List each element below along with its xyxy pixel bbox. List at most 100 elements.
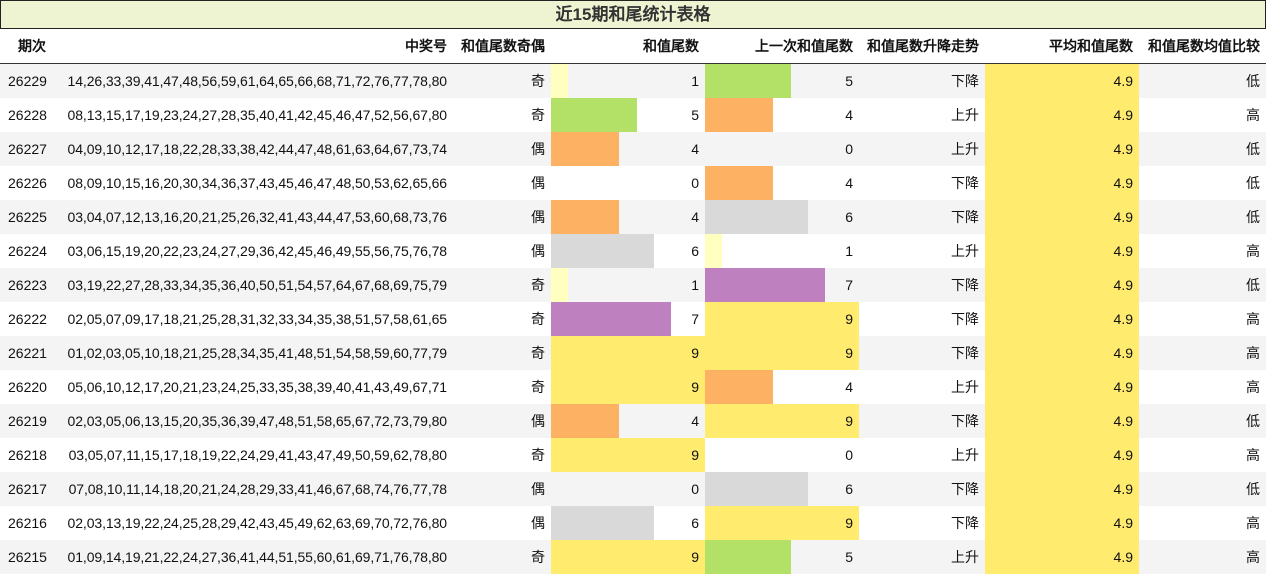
tail-value: 9 <box>691 379 699 395</box>
tail-value: 4 <box>691 141 699 157</box>
cell-avg: 4.9 <box>985 200 1139 234</box>
prev-tail-value: 9 <box>845 515 853 531</box>
cell-trend: 上升 <box>859 540 985 574</box>
cell-parity: 偶 <box>453 200 551 234</box>
cell-avg: 4.9 <box>985 336 1139 370</box>
cell-parity: 奇 <box>453 540 551 574</box>
prev-tail-value: 5 <box>845 73 853 89</box>
tail-value: 6 <box>691 243 699 259</box>
header-parity: 和值尾数奇偶 <box>453 29 551 64</box>
tail-value: 0 <box>691 175 699 191</box>
tail-bar <box>551 370 705 404</box>
tail-bar <box>551 268 569 302</box>
cell-avg: 4.9 <box>985 404 1139 438</box>
cell-prev-tail: 9 <box>705 506 859 540</box>
prev-tail-value: 9 <box>845 413 853 429</box>
prev-tail-bar <box>705 268 825 302</box>
tail-bar <box>551 302 671 336</box>
table-row: 26219 02,03,05,06,13,15,20,35,36,39,47,48… <box>0 404 1266 438</box>
cell-issue: 26218 <box>0 438 55 472</box>
cell-trend: 上升 <box>859 234 985 268</box>
cell-parity: 偶 <box>453 166 551 200</box>
tail-value: 9 <box>691 345 699 361</box>
prev-tail-bar <box>705 302 859 336</box>
prev-tail-bar <box>705 404 859 438</box>
cell-avg: 4.9 <box>985 63 1139 98</box>
cell-compare: 高 <box>1139 438 1266 472</box>
cell-parity: 偶 <box>453 472 551 506</box>
header-tail: 和值尾数 <box>551 29 705 64</box>
table-title: 近15期和尾统计表格 <box>0 0 1266 29</box>
cell-parity: 奇 <box>453 438 551 472</box>
cell-numbers: 01,09,14,19,21,22,24,27,36,41,44,51,55,6… <box>55 540 453 574</box>
prev-tail-value: 0 <box>845 141 853 157</box>
table-row: 26223 03,19,22,27,28,33,34,35,36,40,50,51… <box>0 268 1266 302</box>
tail-value: 4 <box>691 209 699 225</box>
cell-numbers: 08,09,10,15,16,20,30,34,36,37,43,45,46,4… <box>55 166 453 200</box>
cell-trend: 下降 <box>859 404 985 438</box>
tail-bar <box>551 336 705 370</box>
table-row: 26215 01,09,14,19,21,22,24,27,36,41,44,51… <box>0 540 1266 574</box>
prev-tail-value: 6 <box>845 209 853 225</box>
cell-numbers: 07,08,10,11,14,18,20,21,24,28,29,33,41,4… <box>55 472 453 506</box>
cell-avg: 4.9 <box>985 302 1139 336</box>
cell-compare: 低 <box>1139 268 1266 302</box>
cell-avg: 4.9 <box>985 540 1139 574</box>
cell-avg: 4.9 <box>985 98 1139 132</box>
cell-parity: 奇 <box>453 98 551 132</box>
prev-tail-value: 7 <box>845 277 853 293</box>
cell-tail: 4 <box>551 404 705 438</box>
cell-prev-tail: 9 <box>705 404 859 438</box>
table-row: 26227 04,09,10,12,17,18,22,28,33,38,42,44… <box>0 132 1266 166</box>
cell-issue: 26223 <box>0 268 55 302</box>
cell-compare: 高 <box>1139 98 1266 132</box>
header-avg: 平均和值尾数 <box>985 29 1139 64</box>
cell-numbers: 05,06,10,12,17,20,21,23,24,25,33,35,38,3… <box>55 370 453 404</box>
table-row: 26218 03,05,07,11,15,17,18,19,22,24,29,41… <box>0 438 1266 472</box>
prev-tail-value: 1 <box>845 243 853 259</box>
cell-trend: 上升 <box>859 438 985 472</box>
prev-tail-value: 5 <box>845 549 853 565</box>
cell-trend: 上升 <box>859 98 985 132</box>
prev-tail-bar <box>705 234 723 268</box>
cell-trend: 下降 <box>859 302 985 336</box>
cell-trend: 上升 <box>859 132 985 166</box>
header-numbers: 中奖号 <box>55 29 453 64</box>
cell-trend: 上升 <box>859 370 985 404</box>
table-body: 26229 14,26,33,39,41,47,48,56,59,61,64,65… <box>0 63 1266 574</box>
cell-prev-tail: 1 <box>705 234 859 268</box>
prev-tail-bar <box>705 166 774 200</box>
table-row: 26221 01,02,03,05,10,18,21,25,28,34,35,41… <box>0 336 1266 370</box>
table-row: 26220 05,06,10,12,17,20,21,23,24,25,33,35… <box>0 370 1266 404</box>
header-trend: 和值尾数升降走势 <box>859 29 985 64</box>
tail-value: 9 <box>691 447 699 463</box>
cell-numbers: 04,09,10,12,17,18,22,28,33,38,42,44,47,4… <box>55 132 453 166</box>
cell-tail: 5 <box>551 98 705 132</box>
header-issue: 期次 <box>0 29 55 64</box>
table-row: 26225 03,04,07,12,13,16,20,21,25,26,32,41… <box>0 200 1266 234</box>
cell-tail: 4 <box>551 200 705 234</box>
cell-parity: 奇 <box>453 268 551 302</box>
tail-bar <box>551 540 705 574</box>
prev-tail-bar <box>705 336 859 370</box>
cell-trend: 下降 <box>859 472 985 506</box>
cell-compare: 低 <box>1139 166 1266 200</box>
cell-trend: 下降 <box>859 166 985 200</box>
table-row: 26226 08,09,10,15,16,20,30,34,36,37,43,45… <box>0 166 1266 200</box>
cell-prev-tail: 6 <box>705 472 859 506</box>
tail-bar <box>551 64 569 98</box>
cell-compare: 低 <box>1139 472 1266 506</box>
prev-tail-value: 9 <box>845 311 853 327</box>
tail-bar <box>551 234 654 268</box>
cell-trend: 下降 <box>859 506 985 540</box>
cell-parity: 偶 <box>453 404 551 438</box>
tail-value: 9 <box>691 549 699 565</box>
cell-issue: 26219 <box>0 404 55 438</box>
prev-tail-bar <box>705 98 774 132</box>
cell-parity: 偶 <box>453 132 551 166</box>
prev-tail-value: 9 <box>845 345 853 361</box>
table-row: 26216 02,03,13,19,22,24,25,28,29,42,43,45… <box>0 506 1266 540</box>
table-row: 26217 07,08,10,11,14,18,20,21,24,28,29,33… <box>0 472 1266 506</box>
cell-compare: 高 <box>1139 234 1266 268</box>
cell-prev-tail: 0 <box>705 438 859 472</box>
